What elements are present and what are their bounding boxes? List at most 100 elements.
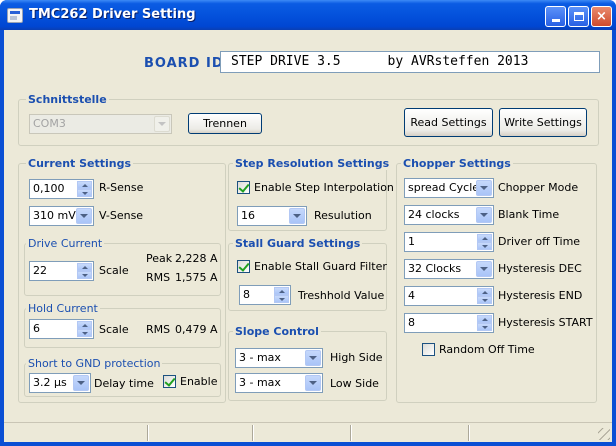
rsense-value: 0,100 <box>33 182 65 195</box>
spin-down-button[interactable] <box>274 295 289 303</box>
random-off-time-checkbox[interactable]: Random Off Time <box>422 343 535 356</box>
chopper-mode-label: Chopper Mode <box>498 181 579 194</box>
arrow-down-icon <box>481 298 488 302</box>
client-area: BOARD ID: STEP DRIVE 3.5 by AVRsteffen 2… <box>4 30 612 422</box>
write-settings-button[interactable]: Write Settings <box>499 108 587 137</box>
blank-time-dropdown-button[interactable] <box>476 207 492 223</box>
delay-time-select[interactable]: 3.2 µs <box>29 373 91 393</box>
maximize-button[interactable] <box>568 6 589 27</box>
spin-down-button[interactable] <box>77 189 92 197</box>
minimize-icon <box>551 19 560 22</box>
arrow-down-icon <box>481 325 488 329</box>
low-side-select[interactable]: 3 - max <box>235 373 323 393</box>
port-dropdown-button[interactable] <box>154 116 170 132</box>
hysteresis-dec-dropdown-button[interactable] <box>476 261 492 277</box>
arrow-up-icon <box>481 290 488 294</box>
arrow-up-icon <box>481 236 488 240</box>
arrow-down-icon <box>278 297 285 301</box>
disconnect-button[interactable]: Trennen <box>188 113 262 134</box>
status-bar <box>4 422 612 442</box>
low-side-label: Low Side <box>330 377 379 390</box>
app-window: TMC262 Driver Setting × BOARD ID: STEP D… <box>0 0 616 446</box>
stall-filter-checkbox[interactable]: Enable Stall Guard Filter <box>237 260 387 273</box>
hold-scale-value: 6 <box>33 322 40 335</box>
chopper-settings-title: Chopper Settings <box>401 157 513 170</box>
threshold-label: Treshhold Value <box>298 289 385 302</box>
off-time-input[interactable]: 1 <box>404 232 494 252</box>
spin-down-button[interactable] <box>77 329 92 337</box>
threshold-spinner[interactable] <box>274 287 289 303</box>
resolution-dropdown-button[interactable] <box>289 208 305 224</box>
threshold-input[interactable]: 8 <box>239 285 291 305</box>
hold-scale-input[interactable]: 6 <box>29 319 94 339</box>
spin-up-button[interactable] <box>77 263 92 271</box>
hysteresis-end-input[interactable]: 4 <box>404 286 494 306</box>
spin-down-button[interactable] <box>477 242 492 250</box>
drive-scale-value: 22 <box>33 264 47 277</box>
hysteresis-start-input[interactable]: 8 <box>404 313 494 333</box>
drive-scale-input[interactable]: 22 <box>29 261 94 281</box>
port-select[interactable]: COM3 <box>29 114 172 134</box>
rsense-input[interactable]: 0,100 <box>29 179 94 199</box>
random-off-time-label: Random Off Time <box>439 343 535 356</box>
hysteresis-start-spinner[interactable] <box>477 315 492 331</box>
checkbox-unchecked-icon[interactable] <box>422 343 435 356</box>
arrow-down-icon <box>81 191 88 195</box>
chopper-mode-select[interactable]: spread Cycle <box>404 178 494 198</box>
resolution-select[interactable]: 16 <box>237 206 307 226</box>
high-side-select[interactable]: 3 - max <box>235 348 323 368</box>
enable-short-checkbox[interactable]: Enable <box>163 375 217 388</box>
close-button[interactable]: × <box>591 6 612 27</box>
spin-down-button[interactable] <box>77 271 92 279</box>
checkbox-checked-icon[interactable] <box>163 375 176 388</box>
arrow-up-icon <box>481 317 488 321</box>
spin-down-button[interactable] <box>477 296 492 304</box>
step-interpolation-checkbox[interactable]: Enable Step Interpolation <box>237 181 394 194</box>
spin-up-button[interactable] <box>274 287 289 295</box>
hold-rms-label: RMS <box>146 323 171 336</box>
vsense-dropdown-button[interactable] <box>76 208 92 224</box>
delay-time-dropdown-button[interactable] <box>73 375 89 391</box>
hysteresis-dec-select[interactable]: 32 Clocks <box>404 259 494 279</box>
hold-rms-value: 0,479 A <box>175 323 218 336</box>
off-time-spinner[interactable] <box>477 234 492 250</box>
short-gnd-title: Short to GND protection <box>26 357 163 370</box>
hysteresis-start-label: Hysteresis START <box>498 316 593 329</box>
vsense-select[interactable]: 310 mV <box>29 206 94 226</box>
stall-filter-label: Enable Stall Guard Filter <box>254 260 387 273</box>
hysteresis-end-label: Hysteresis END <box>498 289 583 302</box>
chevron-down-icon <box>480 213 488 217</box>
spin-up-button[interactable] <box>77 181 92 189</box>
spin-up-button[interactable] <box>77 321 92 329</box>
hold-scale-spinner[interactable] <box>77 321 92 337</box>
resize-grip-icon[interactable] <box>598 428 610 440</box>
chopper-mode-dropdown-button[interactable] <box>476 180 492 196</box>
hysteresis-end-spinner[interactable] <box>477 288 492 304</box>
low-side-dropdown-button[interactable] <box>305 375 321 391</box>
hysteresis-dec-value: 32 Clocks <box>408 262 462 275</box>
spin-down-button[interactable] <box>477 323 492 331</box>
read-settings-button[interactable]: Read Settings <box>404 108 493 137</box>
maximize-icon <box>573 12 584 21</box>
enable-short-label: Enable <box>180 375 218 388</box>
status-separator <box>147 425 149 441</box>
drive-scale-spinner[interactable] <box>77 263 92 279</box>
delay-time-label: Delay time <box>94 377 154 390</box>
low-side-value: 3 - max <box>239 376 281 389</box>
rsense-spinner[interactable] <box>77 181 92 197</box>
minimize-button[interactable] <box>545 6 566 27</box>
spin-up-button[interactable] <box>477 234 492 242</box>
checkbox-checked-icon[interactable] <box>237 181 250 194</box>
chevron-down-icon <box>480 267 488 271</box>
schnittstelle-title: Schnittstelle <box>26 93 109 106</box>
title-bar[interactable]: TMC262 Driver Setting × <box>0 0 616 30</box>
blank-time-select[interactable]: 24 clocks <box>404 205 494 225</box>
off-time-label: Driver off Time <box>498 235 581 248</box>
delay-time-value: 3.2 µs <box>33 376 67 389</box>
spin-up-button[interactable] <box>477 315 492 323</box>
spin-up-button[interactable] <box>477 288 492 296</box>
app-icon <box>7 8 23 23</box>
high-side-dropdown-button[interactable] <box>305 350 321 366</box>
checkbox-checked-icon[interactable] <box>237 260 250 273</box>
threshold-value: 8 <box>243 288 250 301</box>
